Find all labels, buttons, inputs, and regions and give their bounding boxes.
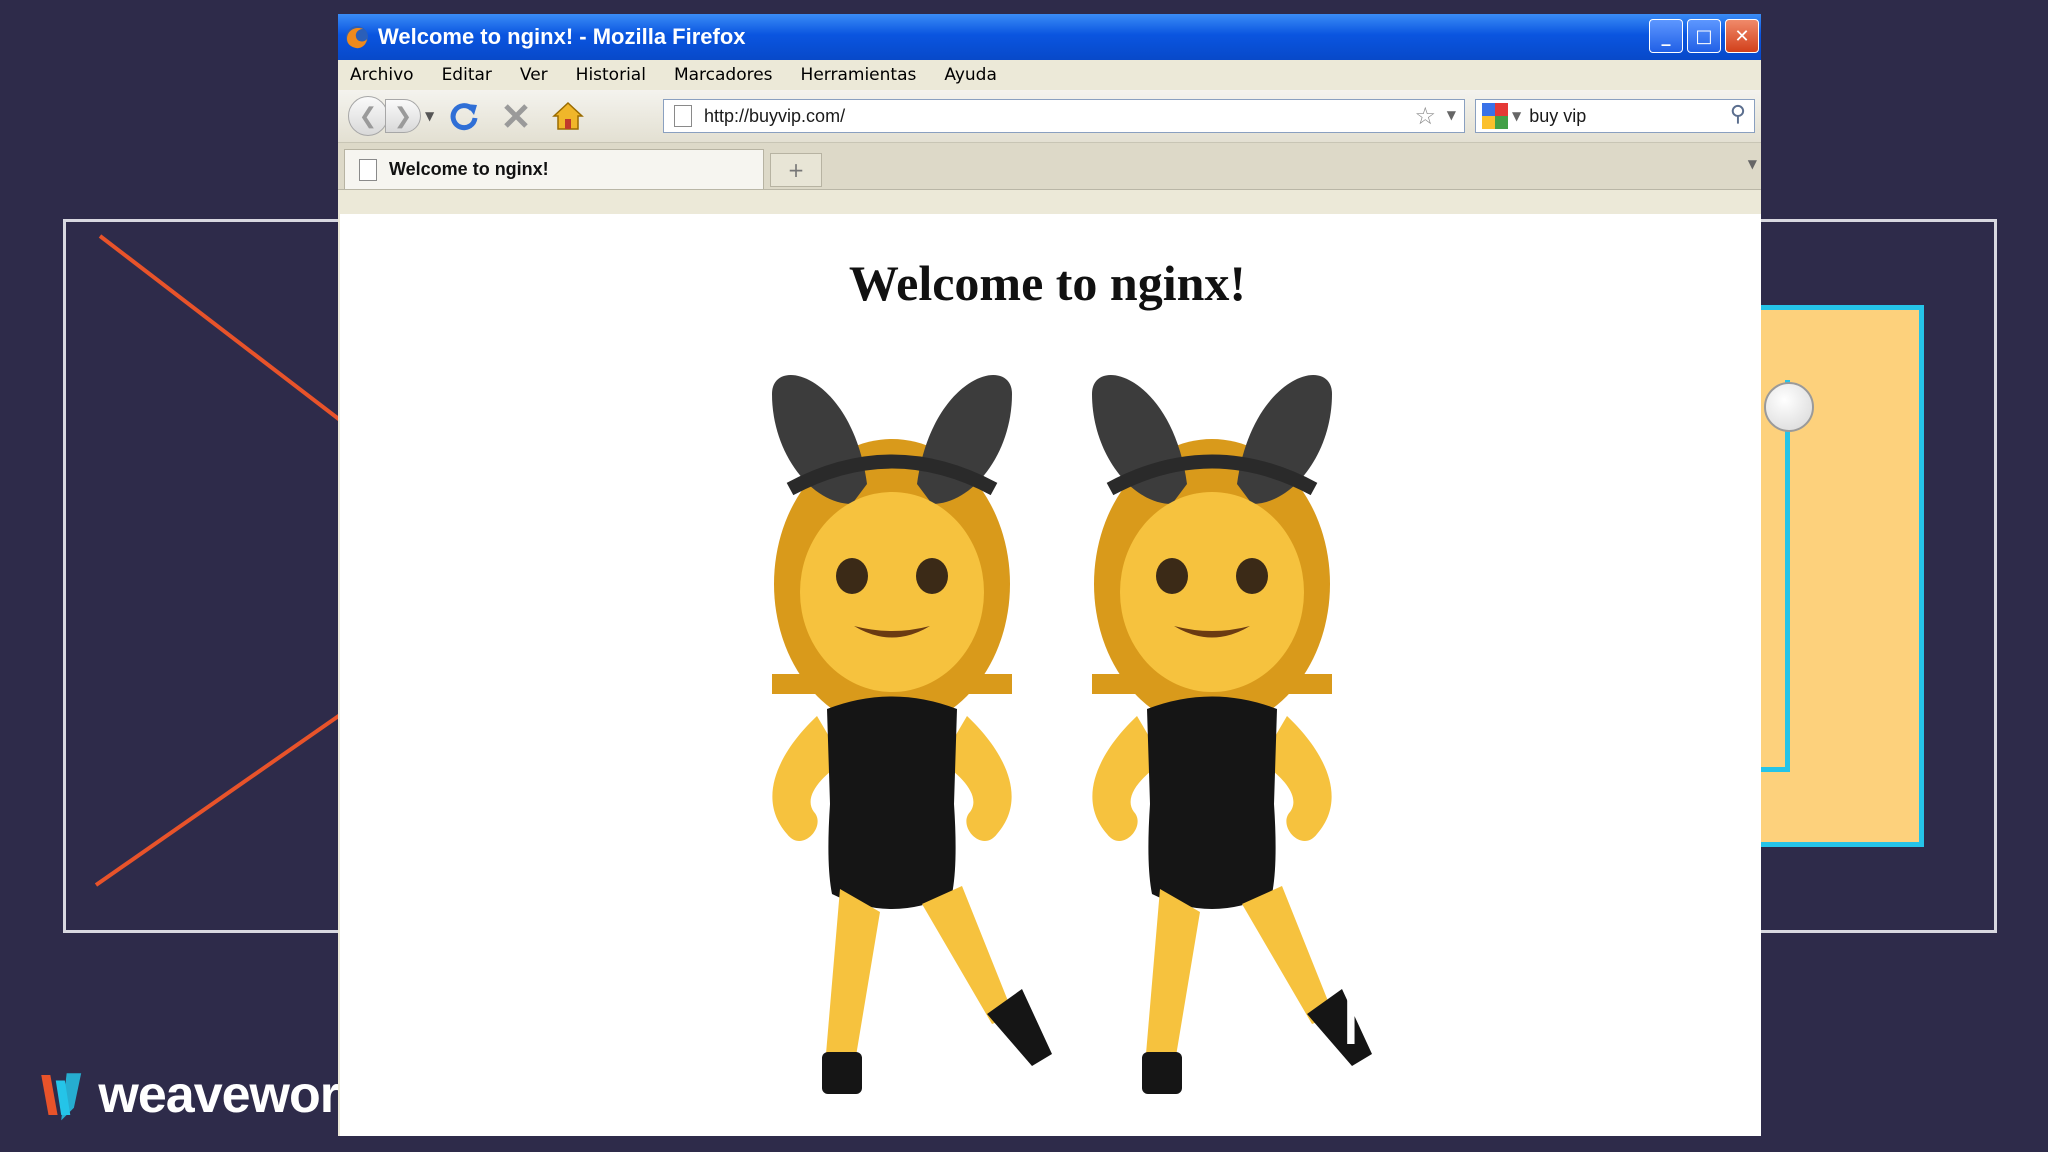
history-dropdown-icon[interactable]: ▼ xyxy=(425,109,434,123)
tab-welcome[interactable]: Welcome to nginx! xyxy=(344,149,764,189)
menu-editar[interactable]: Editar xyxy=(442,65,492,85)
google-icon[interactable] xyxy=(1482,103,1508,129)
reload-button[interactable] xyxy=(444,96,484,136)
forward-button[interactable]: ❯ xyxy=(385,99,421,133)
minimize-button[interactable]: _ xyxy=(1649,19,1683,53)
stop-icon xyxy=(504,104,529,128)
menu-herramientas[interactable]: Herramientas xyxy=(801,65,917,85)
browser-window: Welcome to nginx! - Mozilla Firefox _ □ … xyxy=(338,14,1761,1136)
page-heading: Welcome to nginx! xyxy=(848,255,1247,311)
url-dropdown-icon[interactable]: ▼ xyxy=(1447,108,1456,122)
firefox-icon xyxy=(346,26,368,49)
menu-ayuda[interactable]: Ayuda xyxy=(944,65,997,85)
reload-icon xyxy=(450,103,478,131)
menu-marcadores[interactable]: Marcadores xyxy=(674,65,773,85)
new-tab-button[interactable]: + xyxy=(770,153,822,187)
search-engine-dropdown-icon[interactable]: ▼ xyxy=(1512,109,1521,123)
menu-archivo[interactable]: Archivo xyxy=(350,65,414,85)
brand-logo: weavewor xyxy=(34,1065,339,1125)
bookmark-star-icon[interactable]: ☆ xyxy=(1414,102,1436,130)
dancer-emoji-right xyxy=(1092,374,1372,1094)
dancer-emoji-left xyxy=(772,374,1052,1094)
home-button[interactable] xyxy=(548,96,588,136)
page-icon xyxy=(674,105,692,127)
weave-logo-icon xyxy=(41,1073,82,1121)
plus-icon: + xyxy=(787,158,805,182)
back-button[interactable]: ❮ xyxy=(348,96,388,136)
menu-bar: Archivo Editar Ver Historial Marcadores … xyxy=(338,60,1761,90)
brand-text: weavewor xyxy=(98,1066,339,1124)
url-bar[interactable]: http://buyvip.com/ ☆ ▼ xyxy=(663,99,1465,133)
maximize-button[interactable]: □ xyxy=(1687,19,1721,53)
tab-page-icon xyxy=(359,158,377,181)
url-text: http://buyvip.com/ xyxy=(704,105,846,126)
page-content: Welcome to nginx! N xyxy=(340,214,1761,1136)
window-title: Welcome to nginx! - Mozilla Firefox xyxy=(378,24,746,49)
slide-overlay-text: No xyxy=(1340,964,1412,1063)
menu-historial[interactable]: Historial xyxy=(576,65,646,85)
search-input[interactable]: buy vip xyxy=(1529,106,1586,127)
slider-knob[interactable] xyxy=(1764,382,1814,432)
search-bar[interactable]: ▼ buy vip ⚲ xyxy=(1475,99,1755,133)
tab-bar: Welcome to nginx! + ▼ xyxy=(338,143,1761,190)
title-bar: Welcome to nginx! - Mozilla Firefox _ □ … xyxy=(338,14,1761,60)
back-arrow-icon: ❮ xyxy=(358,103,378,129)
close-button[interactable]: ✕ xyxy=(1725,19,1759,53)
tab-list-dropdown-icon[interactable]: ▼ xyxy=(1748,157,1757,171)
search-icon[interactable]: ⚲ xyxy=(1730,102,1746,127)
forward-arrow-icon: ❯ xyxy=(393,103,413,129)
stop-button[interactable] xyxy=(496,96,536,136)
menu-ver[interactable]: Ver xyxy=(520,65,548,85)
home-icon xyxy=(552,101,585,130)
navigation-toolbar: ❮ ❯ ▼ http://buyvip.com/ ☆ ▼ ▼ buy vip ⚲ xyxy=(338,90,1761,143)
tab-label: Welcome to nginx! xyxy=(389,159,549,179)
